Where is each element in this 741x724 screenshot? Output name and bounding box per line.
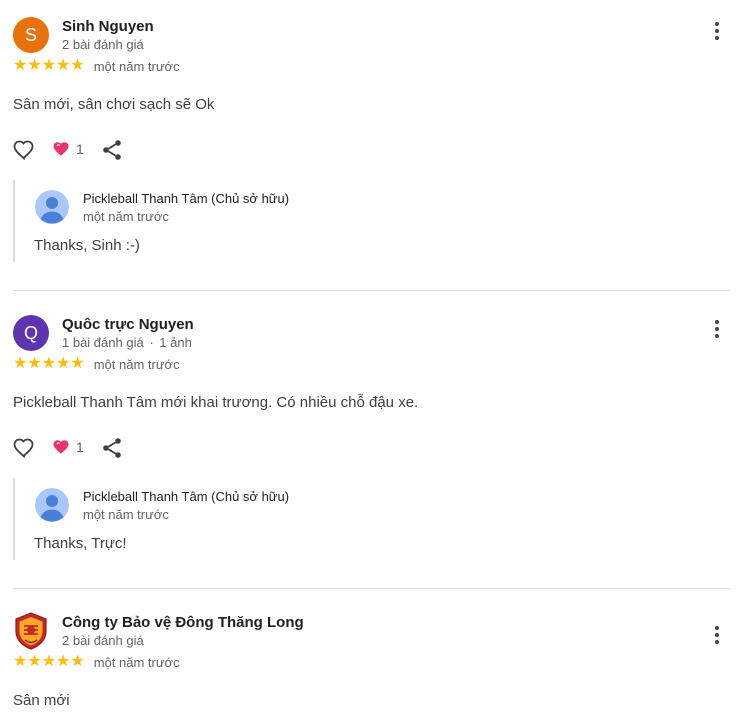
reviewer-avatar[interactable]	[13, 612, 49, 650]
review-time: một năm trước	[93, 654, 180, 670]
share-icon	[103, 438, 121, 458]
review-text: Pickleball Thanh Tâm mới khai trương. Có…	[13, 394, 419, 411]
review-divider	[13, 290, 730, 291]
meta-separator: ·	[149, 335, 154, 350]
avatar-letter: Q	[23, 322, 38, 343]
review-count: 1 bài đánh giá	[62, 335, 144, 350]
star-rating: ★★★★★	[13, 653, 85, 670]
default-person-icon	[35, 190, 69, 224]
rating-row: ★★★★★ một năm trước	[13, 356, 180, 372]
default-person-icon	[35, 488, 69, 522]
like-button[interactable]	[12, 436, 36, 465]
reviewer-meta: 2 bài đánh giá	[62, 37, 144, 52]
review-divider	[13, 588, 730, 589]
avatar-letter: S	[24, 24, 37, 45]
review-actions: 1	[12, 138, 132, 162]
reviewer-meta: 2 bài đánh giá	[62, 633, 144, 648]
owner-name[interactable]: Pickleball Thanh Tâm (Chủ sở hữu)	[83, 489, 289, 504]
review-count: 2 bài đánh giá	[62, 37, 144, 52]
reviewer-meta: 1 bài đánh giá · 1 ảnh	[62, 335, 192, 350]
review-count: 2 bài đánh giá	[62, 633, 144, 648]
reviewer-name[interactable]: Công ty Bảo vệ Đông Thăng Long	[62, 614, 304, 631]
reviewer-name[interactable]: Sinh Nguyen	[62, 18, 154, 35]
more-options-button[interactable]	[706, 623, 728, 647]
reply-time: một năm trước	[83, 507, 169, 522]
heart-outline-icon	[13, 438, 34, 459]
more-options-button[interactable]	[706, 19, 728, 43]
heart-outline-icon	[13, 140, 34, 161]
reply-text: Thanks, Sinh :-)	[34, 237, 140, 254]
share-button[interactable]	[100, 138, 124, 167]
reviewer-avatar[interactable]: Q	[13, 315, 49, 351]
reaction-summary[interactable]: 1	[52, 438, 84, 456]
review-time: một năm trước	[93, 356, 180, 372]
rating-row: ★★★★★ một năm trước	[13, 654, 180, 670]
owner-reply: Pickleball Thanh Tâm (Chủ sở hữu) một nă…	[13, 478, 713, 560]
heart-reaction-icon	[53, 440, 69, 454]
reply-text: Thanks, Trực!	[34, 535, 127, 552]
share-button[interactable]	[100, 436, 124, 465]
more-options-button[interactable]	[706, 317, 728, 341]
star-rating: ★★★★★	[13, 355, 85, 372]
reaction-count: 1	[76, 141, 84, 157]
review-actions: 1	[12, 436, 132, 460]
reviewer-name[interactable]: Quôc trực Nguyen	[62, 316, 194, 333]
owner-reply: Pickleball Thanh Tâm (Chủ sở hữu) một nă…	[13, 180, 713, 262]
like-button[interactable]	[12, 138, 36, 167]
rating-row: ★★★★★ một năm trước	[13, 58, 180, 74]
review-time: một năm trước	[93, 58, 180, 74]
share-icon	[103, 140, 121, 160]
heart-reaction-icon	[53, 142, 69, 156]
reply-time: một năm trước	[83, 209, 169, 224]
reviewer-avatar[interactable]: S	[13, 17, 49, 53]
shield-logo-icon	[15, 612, 47, 650]
photo-count: 1 ảnh	[159, 335, 192, 350]
reaction-count: 1	[76, 439, 84, 455]
reaction-summary[interactable]: 1	[52, 140, 84, 158]
star-rating: ★★★★★	[13, 57, 85, 74]
review-text: Sân mới, sân chơi sạch sẽ Ok	[13, 96, 215, 113]
review-text: Sân mới	[13, 692, 70, 709]
owner-name[interactable]: Pickleball Thanh Tâm (Chủ sở hữu)	[83, 191, 289, 206]
